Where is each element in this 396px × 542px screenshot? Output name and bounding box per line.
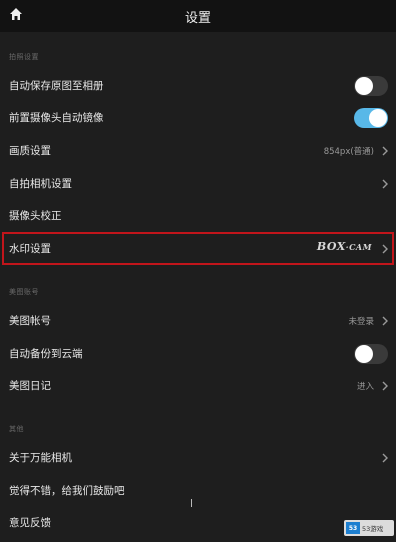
cloud-backup-toggle[interactable]	[354, 343, 388, 364]
auto-save-toggle[interactable]	[354, 75, 388, 96]
row-label: 摄像头校正	[9, 210, 62, 222]
toggle-knob	[355, 76, 373, 95]
chevron-right-icon	[382, 381, 388, 390]
row-label: 自动保存原图至相册	[9, 80, 104, 92]
section-header-other: 其他	[9, 425, 24, 433]
logo-sub: CAM	[349, 242, 372, 252]
row-label: 前置摄像头自动镜像	[9, 112, 104, 124]
row-cloud-backup[interactable]: 自动备份到云端	[0, 337, 396, 370]
row-label: 意见反馈	[9, 517, 51, 529]
watermark-text: 53游戏	[362, 525, 384, 533]
row-feedback[interactable]: 意见反馈	[0, 506, 396, 539]
chevron-right-icon	[382, 453, 388, 462]
quality-value: 854px(普通)	[323, 146, 374, 157]
row-about[interactable]: 关于万能相机	[0, 441, 396, 474]
header-bar: 设置	[0, 0, 396, 32]
row-quality[interactable]: 画质设置 854px(普通)	[0, 134, 396, 167]
row-label: 水印设置	[9, 243, 51, 255]
row-encourage[interactable]: 觉得不错，给我们鼓励吧	[0, 474, 396, 507]
row-watermark[interactable]: 水印设置 BOX·CAM	[0, 232, 396, 265]
page-title: 设置	[184, 10, 211, 26]
row-label: 美图日记	[9, 380, 51, 392]
row-label: 美图帐号	[9, 315, 51, 327]
row-label: 自动备份到云端	[9, 348, 83, 360]
row-diary[interactable]: 美图日记 进入	[0, 369, 396, 402]
chevron-right-icon	[382, 179, 388, 188]
watermark-badge: 53	[346, 522, 360, 534]
section-header-account: 美图账号	[9, 288, 39, 296]
account-value: 未登录	[348, 316, 374, 327]
toggle-knob	[369, 108, 387, 127]
front-mirror-toggle[interactable]	[354, 107, 388, 128]
boxcam-logo: BOX·CAM	[317, 240, 372, 253]
row-auto-save[interactable]: 自动保存原图至相册	[0, 69, 396, 102]
chevron-right-icon	[382, 316, 388, 325]
section-header-camera: 拍照设置	[9, 53, 39, 61]
diary-value: 进入	[356, 381, 374, 392]
chevron-right-icon	[382, 244, 388, 253]
chevron-right-icon	[382, 146, 388, 155]
row-front-mirror[interactable]: 前置摄像头自动镜像	[0, 101, 396, 134]
row-label: 自拍相机设置	[9, 178, 72, 190]
toggle-knob	[355, 344, 373, 363]
logo-main: BOX	[316, 240, 346, 253]
row-label: 画质设置	[9, 145, 51, 157]
row-calibration[interactable]: 摄像头校正	[0, 199, 396, 232]
site-watermark: 53 53游戏	[344, 520, 394, 536]
row-selfie[interactable]: 自拍相机设置	[0, 167, 396, 200]
row-account[interactable]: 美图帐号 未登录	[0, 304, 396, 337]
row-label: 关于万能相机	[9, 452, 72, 464]
home-icon[interactable]	[9, 7, 23, 21]
row-label: 觉得不错，给我们鼓励吧	[9, 485, 125, 497]
